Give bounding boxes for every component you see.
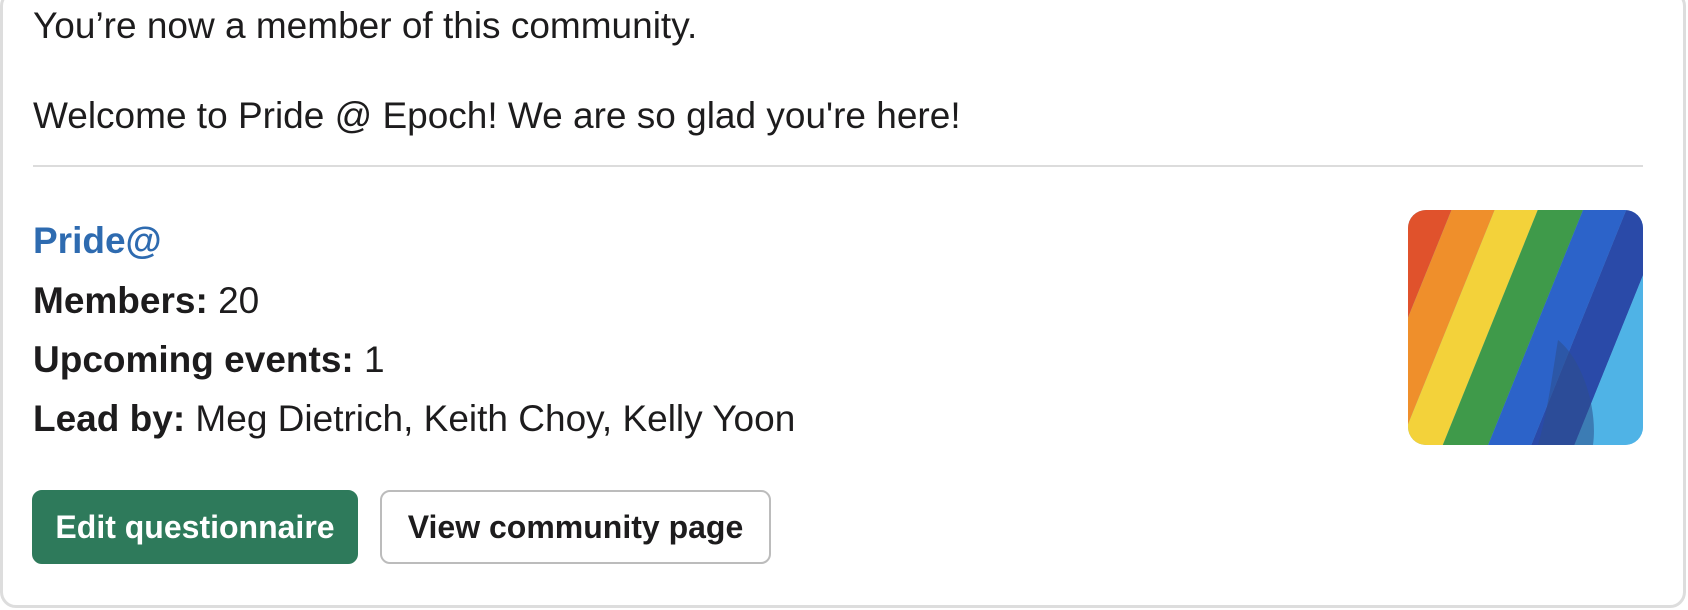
leads-value: Meg Dietrich, Keith Choy, Kelly Yoon [195,398,796,439]
upcoming-events-label: Upcoming events: [33,339,354,380]
members-value: 20 [218,280,260,321]
upcoming-events-value: 1 [364,339,385,380]
welcome-message: Welcome to Pride @ Epoch! We are so glad… [33,95,961,136]
community-name-link[interactable]: Pride@ [33,218,162,264]
members-stat: Members: 20 [33,278,259,324]
edit-questionnaire-button[interactable]: Edit questionnaire [32,490,358,564]
community-card: You’re now a member of this community. W… [0,0,1686,608]
rainbow-flag-icon [1408,210,1643,445]
view-community-page-button[interactable]: View community page [380,490,771,564]
members-label: Members: [33,280,208,321]
membership-confirmation-text: You’re now a member of this community. [33,5,698,46]
upcoming-events-stat: Upcoming events: 1 [33,337,385,383]
leads-label: Lead by: [33,398,186,439]
divider [33,165,1643,167]
community-image [1408,210,1643,445]
leads-stat: Lead by: Meg Dietrich, Keith Choy, Kelly… [33,396,795,442]
